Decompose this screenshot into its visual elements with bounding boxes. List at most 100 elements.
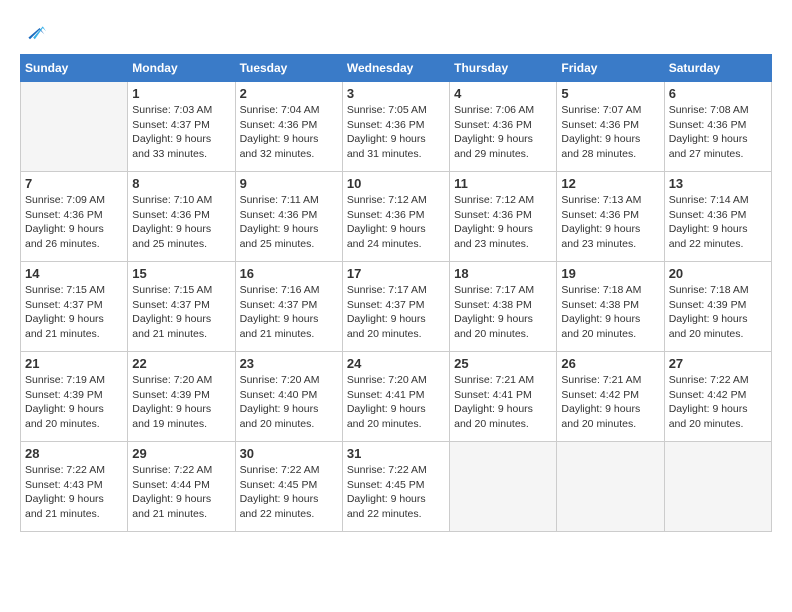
day-info: Sunrise: 7:08 AMSunset: 4:36 PMDaylight:… (669, 103, 767, 162)
calendar-cell: 27 Sunrise: 7:22 AMSunset: 4:42 PMDayligh… (664, 352, 771, 442)
calendar-cell: 22 Sunrise: 7:20 AMSunset: 4:39 PMDayligh… (128, 352, 235, 442)
day-number: 13 (669, 176, 767, 191)
calendar-cell: 6 Sunrise: 7:08 AMSunset: 4:36 PMDaylight… (664, 82, 771, 172)
calendar-cell: 8 Sunrise: 7:10 AMSunset: 4:36 PMDaylight… (128, 172, 235, 262)
calendar-cell: 1 Sunrise: 7:03 AMSunset: 4:37 PMDaylight… (128, 82, 235, 172)
day-info: Sunrise: 7:22 AMSunset: 4:45 PMDaylight:… (347, 463, 445, 522)
calendar-week-row: 21 Sunrise: 7:19 AMSunset: 4:39 PMDayligh… (21, 352, 772, 442)
calendar-cell: 14 Sunrise: 7:15 AMSunset: 4:37 PMDayligh… (21, 262, 128, 352)
day-number: 14 (25, 266, 123, 281)
day-info: Sunrise: 7:15 AMSunset: 4:37 PMDaylight:… (25, 283, 123, 342)
day-info: Sunrise: 7:18 AMSunset: 4:38 PMDaylight:… (561, 283, 659, 342)
calendar-cell: 19 Sunrise: 7:18 AMSunset: 4:38 PMDayligh… (557, 262, 664, 352)
calendar-cell: 18 Sunrise: 7:17 AMSunset: 4:38 PMDayligh… (450, 262, 557, 352)
calendar-cell: 3 Sunrise: 7:05 AMSunset: 4:36 PMDaylight… (342, 82, 449, 172)
calendar-cell: 30Sunrise: 7:22 AMSunset: 4:45 PMDayligh… (235, 442, 342, 532)
calendar-cell: 23Sunrise: 7:20 AMSunset: 4:40 PMDayligh… (235, 352, 342, 442)
calendar-cell: 16 Sunrise: 7:16 AMSunset: 4:37 PMDayligh… (235, 262, 342, 352)
day-info: Sunrise: 7:20 AMSunset: 4:39 PMDaylight:… (132, 373, 230, 432)
day-info: Sunrise: 7:20 AMSunset: 4:41 PMDaylight:… (347, 373, 445, 432)
day-number: 19 (561, 266, 659, 281)
day-number: 18 (454, 266, 552, 281)
day-info: Sunrise: 7:16 AMSunset: 4:37 PMDaylight:… (240, 283, 338, 342)
calendar-cell: 15Sunrise: 7:15 AMSunset: 4:37 PMDayligh… (128, 262, 235, 352)
day-number: 31 (347, 446, 445, 461)
calendar-cell: 11Sunrise: 7:12 AMSunset: 4:36 PMDayligh… (450, 172, 557, 262)
day-info: Sunrise: 7:20 AMSunset: 4:40 PMDaylight:… (240, 373, 338, 432)
day-header-sunday: Sunday (21, 55, 128, 82)
calendar-cell: 4 Sunrise: 7:06 AMSunset: 4:36 PMDaylight… (450, 82, 557, 172)
day-info: Sunrise: 7:06 AMSunset: 4:36 PMDaylight:… (454, 103, 552, 162)
page-header (20, 20, 772, 44)
day-info: Sunrise: 7:17 AMSunset: 4:37 PMDaylight:… (347, 283, 445, 342)
day-number: 3 (347, 86, 445, 101)
day-number: 1 (132, 86, 230, 101)
day-number: 21 (25, 356, 123, 371)
day-number: 27 (669, 356, 767, 371)
day-info: Sunrise: 7:04 AMSunset: 4:36 PMDaylight:… (240, 103, 338, 162)
logo-icon (22, 20, 46, 44)
day-number: 10 (347, 176, 445, 191)
calendar-cell: 28 Sunrise: 7:22 AMSunset: 4:43 PMDayligh… (21, 442, 128, 532)
day-info: Sunrise: 7:22 AMSunset: 4:43 PMDaylight:… (25, 463, 123, 522)
day-info: Sunrise: 7:12 AMSunset: 4:36 PMDaylight:… (454, 193, 552, 252)
calendar-cell: 24 Sunrise: 7:20 AMSunset: 4:41 PMDayligh… (342, 352, 449, 442)
calendar-cell: 10Sunrise: 7:12 AMSunset: 4:36 PMDayligh… (342, 172, 449, 262)
day-number: 7 (25, 176, 123, 191)
day-info: Sunrise: 7:11 AMSunset: 4:36 PMDaylight:… (240, 193, 338, 252)
day-number: 17 (347, 266, 445, 281)
day-header-monday: Monday (128, 55, 235, 82)
day-number: 29 (132, 446, 230, 461)
day-number: 24 (347, 356, 445, 371)
day-info: Sunrise: 7:18 AMSunset: 4:39 PMDaylight:… (669, 283, 767, 342)
logo (20, 20, 46, 44)
day-number: 25 (454, 356, 552, 371)
calendar-cell (664, 442, 771, 532)
day-header-wednesday: Wednesday (342, 55, 449, 82)
day-number: 26 (561, 356, 659, 371)
day-info: Sunrise: 7:21 AMSunset: 4:41 PMDaylight:… (454, 373, 552, 432)
day-info: Sunrise: 7:07 AMSunset: 4:36 PMDaylight:… (561, 103, 659, 162)
day-info: Sunrise: 7:05 AMSunset: 4:36 PMDaylight:… (347, 103, 445, 162)
calendar-cell: 25 Sunrise: 7:21 AMSunset: 4:41 PMDayligh… (450, 352, 557, 442)
day-info: Sunrise: 7:19 AMSunset: 4:39 PMDaylight:… (25, 373, 123, 432)
day-info: Sunrise: 7:13 AMSunset: 4:36 PMDaylight:… (561, 193, 659, 252)
calendar-table: SundayMondayTuesdayWednesdayThursdayFrid… (20, 54, 772, 532)
day-info: Sunrise: 7:15 AMSunset: 4:37 PMDaylight:… (132, 283, 230, 342)
day-number: 6 (669, 86, 767, 101)
day-info: Sunrise: 7:22 AMSunset: 4:44 PMDaylight:… (132, 463, 230, 522)
calendar-cell: 21 Sunrise: 7:19 AMSunset: 4:39 PMDayligh… (21, 352, 128, 442)
calendar-cell: 2 Sunrise: 7:04 AMSunset: 4:36 PMDaylight… (235, 82, 342, 172)
day-info: Sunrise: 7:17 AMSunset: 4:38 PMDaylight:… (454, 283, 552, 342)
calendar-week-row: 28 Sunrise: 7:22 AMSunset: 4:43 PMDayligh… (21, 442, 772, 532)
day-number: 28 (25, 446, 123, 461)
day-number: 5 (561, 86, 659, 101)
calendar-cell (450, 442, 557, 532)
day-number: 2 (240, 86, 338, 101)
day-info: Sunrise: 7:10 AMSunset: 4:36 PMDaylight:… (132, 193, 230, 252)
calendar-cell: 17 Sunrise: 7:17 AMSunset: 4:37 PMDayligh… (342, 262, 449, 352)
day-number: 4 (454, 86, 552, 101)
calendar-cell: 9Sunrise: 7:11 AMSunset: 4:36 PMDaylight… (235, 172, 342, 262)
calendar-header-row: SundayMondayTuesdayWednesdayThursdayFrid… (21, 55, 772, 82)
day-info: Sunrise: 7:21 AMSunset: 4:42 PMDaylight:… (561, 373, 659, 432)
day-number: 22 (132, 356, 230, 371)
calendar-cell: 7Sunrise: 7:09 AMSunset: 4:36 PMDaylight… (21, 172, 128, 262)
day-info: Sunrise: 7:14 AMSunset: 4:36 PMDaylight:… (669, 193, 767, 252)
calendar-cell: 12 Sunrise: 7:13 AMSunset: 4:36 PMDayligh… (557, 172, 664, 262)
day-info: Sunrise: 7:03 AMSunset: 4:37 PMDaylight:… (132, 103, 230, 162)
day-number: 12 (561, 176, 659, 191)
calendar-cell: 5 Sunrise: 7:07 AMSunset: 4:36 PMDaylight… (557, 82, 664, 172)
day-info: Sunrise: 7:22 AMSunset: 4:42 PMDaylight:… (669, 373, 767, 432)
calendar-cell (557, 442, 664, 532)
calendar-cell: 26 Sunrise: 7:21 AMSunset: 4:42 PMDayligh… (557, 352, 664, 442)
day-header-thursday: Thursday (450, 55, 557, 82)
calendar-cell: 31 Sunrise: 7:22 AMSunset: 4:45 PMDayligh… (342, 442, 449, 532)
day-number: 8 (132, 176, 230, 191)
calendar-cell: 20Sunrise: 7:18 AMSunset: 4:39 PMDayligh… (664, 262, 771, 352)
calendar-cell: 13 Sunrise: 7:14 AMSunset: 4:36 PMDayligh… (664, 172, 771, 262)
day-number: 16 (240, 266, 338, 281)
day-info: Sunrise: 7:22 AMSunset: 4:45 PMDaylight:… (240, 463, 338, 522)
calendar-week-row: 1 Sunrise: 7:03 AMSunset: 4:37 PMDaylight… (21, 82, 772, 172)
calendar-cell: 29 Sunrise: 7:22 AMSunset: 4:44 PMDayligh… (128, 442, 235, 532)
